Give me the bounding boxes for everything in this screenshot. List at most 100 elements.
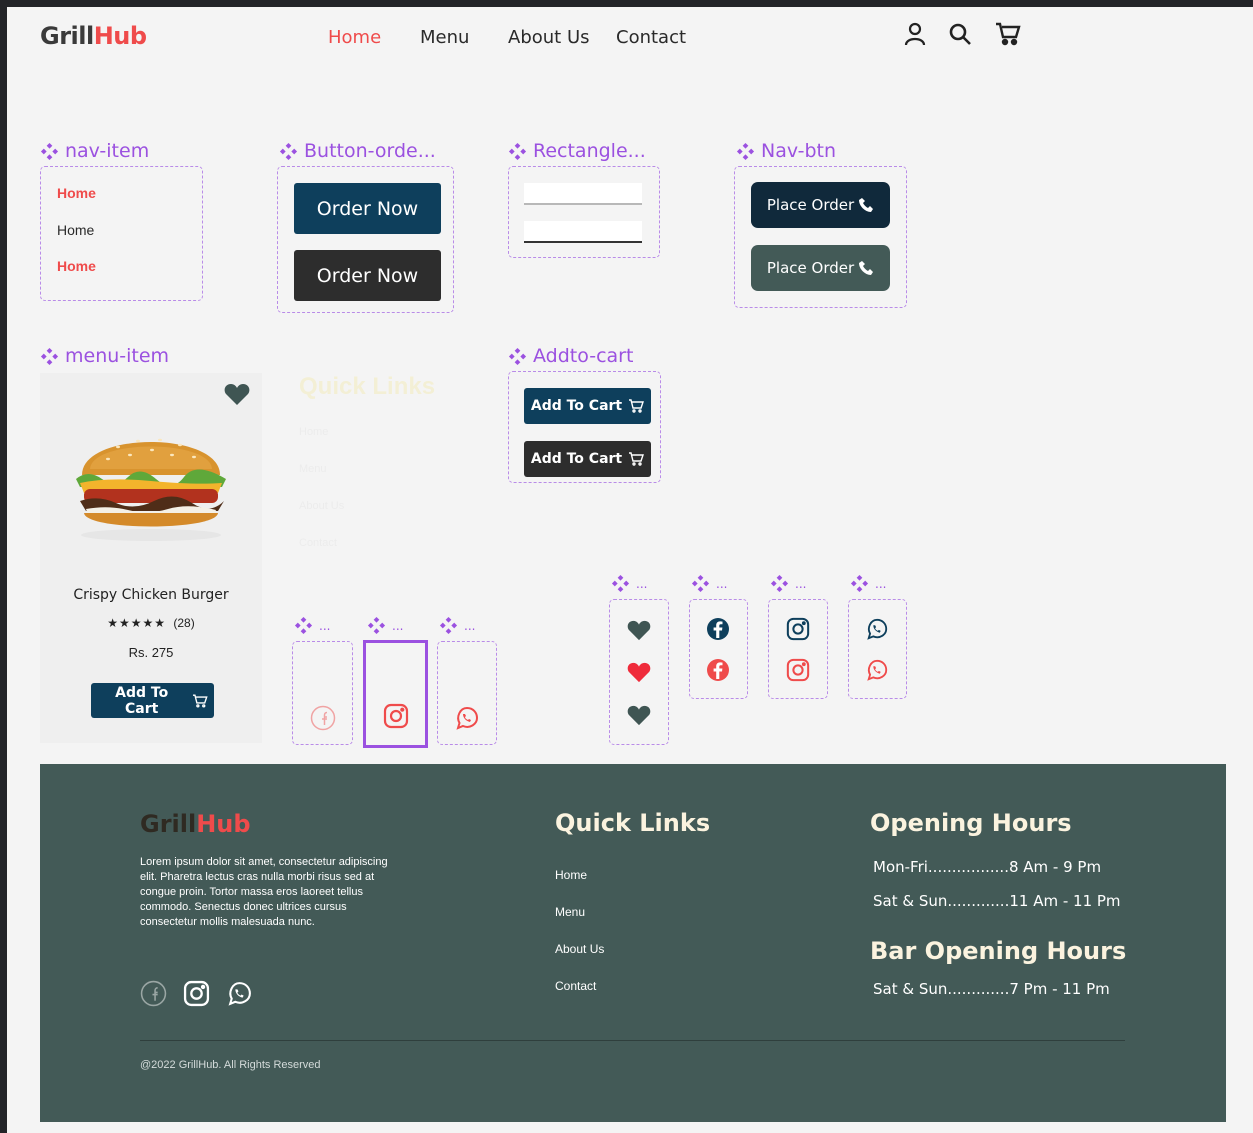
nav-item-variant-hover[interactable]: Home	[57, 258, 96, 274]
footer-logo[interactable]: GrillHub	[140, 810, 251, 838]
cart-icon[interactable]	[994, 21, 1022, 47]
footer-quick-links-title: Quick Links	[555, 809, 711, 837]
facebook-variant-frame	[292, 641, 353, 745]
component-label-heart: ...	[611, 574, 647, 593]
facebook-icon-red[interactable]	[705, 657, 731, 683]
place-order-button-muted[interactable]: Place Order	[751, 245, 890, 291]
logo-hub: Hub	[93, 22, 147, 50]
nav-item-frame: Home Home Home	[40, 166, 203, 301]
logo-grill: Grill	[40, 22, 94, 50]
facebook-variants-frame	[689, 599, 748, 699]
whatsapp-variants-frame	[848, 599, 907, 699]
search-icon[interactable]	[947, 21, 973, 47]
instagram-icon[interactable]	[785, 616, 811, 642]
button-order-frame: Order Now Order Now	[277, 166, 454, 313]
component-label-social-1: ...	[294, 616, 330, 635]
whatsapp-icon[interactable]	[453, 704, 481, 732]
opening-hours-title: Opening Hours	[870, 809, 1072, 837]
instagram-variants-frame	[768, 599, 828, 699]
component-icon	[279, 142, 298, 160]
component-label-nav-btn: Nav-btn	[736, 140, 836, 162]
heart-variants-frame	[609, 599, 669, 745]
ghost-link-menu: Menu	[299, 463, 327, 475]
nav-item-variant-active[interactable]: Home	[57, 185, 96, 201]
component-icon	[611, 574, 630, 593]
footer-link-about-us[interactable]: About Us	[555, 942, 604, 956]
instagram-icon[interactable]	[382, 702, 410, 730]
instagram-variant-frame-selected[interactable]	[363, 640, 428, 748]
footer-link-menu[interactable]: Menu	[555, 905, 585, 919]
whatsapp-icon[interactable]	[864, 616, 890, 642]
menu-item-price: Rs. 275	[128, 645, 174, 660]
whatsapp-icon[interactable]	[225, 979, 253, 1007]
heart-filled-icon[interactable]	[626, 660, 652, 684]
component-label-social-2: ...	[367, 616, 403, 635]
nav-menu[interactable]: Menu	[420, 27, 469, 48]
footer-link-home[interactable]: Home	[555, 868, 587, 882]
phone-icon	[859, 261, 874, 275]
whatsapp-icon-red[interactable]	[864, 657, 890, 683]
cart-icon	[629, 452, 645, 466]
component-icon	[40, 347, 59, 365]
footer-link-contact[interactable]: Contact	[555, 979, 596, 993]
user-icon[interactable]	[903, 21, 927, 47]
instagram-icon[interactable]	[182, 979, 210, 1007]
component-icon	[770, 574, 789, 593]
bar-hours-weekend: Sat & Sun.............7 Pm - 11 Pm	[873, 980, 1110, 998]
component-label-instagram: ...	[770, 574, 806, 593]
component-icon	[508, 347, 527, 365]
cart-icon	[193, 693, 208, 708]
nav-about-us[interactable]: About Us	[508, 27, 590, 48]
review-count: (28)	[173, 616, 195, 630]
heart-icon[interactable]	[626, 618, 652, 642]
footer-description: Lorem ipsum dolor sit amet, consectetur …	[140, 856, 388, 928]
opening-hours-weekday: Mon-Fri.................8 Am - 9 Pm	[873, 858, 1102, 876]
component-label-whatsapp: ...	[850, 574, 886, 593]
order-now-button-dark[interactable]: Order Now	[294, 250, 441, 301]
whatsapp-variant-frame	[437, 641, 497, 745]
rating-stars: ★★★★★	[107, 616, 167, 630]
menu-item-name: Crispy Chicken Burger	[73, 587, 229, 603]
add-to-cart-button-dark[interactable]: Add To Cart	[524, 441, 651, 477]
design-canvas: GrillHub Home Menu About Us Contact nav-…	[7, 7, 1253, 1133]
phone-icon	[859, 198, 874, 212]
component-label-rectangle: Rectangle...	[508, 140, 646, 162]
copyright: @2022 GrillHub. All Rights Reserved	[140, 1059, 321, 1071]
facebook-outline-icon[interactable]	[309, 704, 337, 732]
menu-item-card[interactable]: Crispy Chicken Burger ★★★★★ (28) Rs. 275…	[40, 373, 262, 743]
component-label-nav-item: nav-item	[40, 140, 149, 162]
nav-item-variant-default[interactable]: Home	[57, 222, 94, 238]
nav-home[interactable]: Home	[328, 27, 381, 48]
facebook-icon[interactable]	[705, 616, 731, 642]
add-to-cart-button-navy[interactable]: Add To Cart	[524, 388, 651, 424]
component-label-button-order: Button-orde...	[279, 140, 436, 162]
footer: GrillHub Lorem ipsum dolor sit amet, con…	[40, 764, 1226, 1122]
nav-btn-frame: Place Order Place Order	[734, 166, 907, 308]
order-now-button-primary[interactable]: Order Now	[294, 183, 441, 234]
heart-icon[interactable]	[223, 381, 251, 407]
component-icon	[439, 616, 458, 635]
component-label-social-3: ...	[439, 616, 475, 635]
component-label-facebook: ...	[691, 574, 727, 593]
add-to-cart-button[interactable]: Add To Cart	[91, 683, 214, 718]
ghost-link-contact: Contact	[299, 537, 337, 549]
instagram-icon-red[interactable]	[785, 657, 811, 683]
component-icon	[691, 574, 710, 593]
brand-logo[interactable]: GrillHub	[40, 22, 147, 50]
addto-cart-frame: Add To Cart Add To Cart	[508, 371, 661, 483]
facebook-outline-icon[interactable]	[139, 979, 167, 1007]
nav-contact[interactable]: Contact	[616, 27, 686, 48]
heart-icon[interactable]	[626, 703, 652, 727]
bar-opening-hours-title: Bar Opening Hours	[870, 937, 1127, 965]
place-order-button-dark[interactable]: Place Order	[751, 182, 890, 228]
component-icon	[508, 142, 527, 160]
component-icon	[736, 142, 755, 160]
footer-divider	[140, 1040, 1125, 1041]
component-icon	[294, 616, 313, 635]
ghost-link-home: Home	[299, 426, 329, 438]
component-icon	[40, 142, 59, 160]
rating: ★★★★★ (28)	[40, 616, 262, 630]
component-icon	[850, 574, 869, 593]
underline-rect-light	[524, 183, 642, 205]
ghost-quick-links-title: Quick Links	[299, 373, 436, 400]
